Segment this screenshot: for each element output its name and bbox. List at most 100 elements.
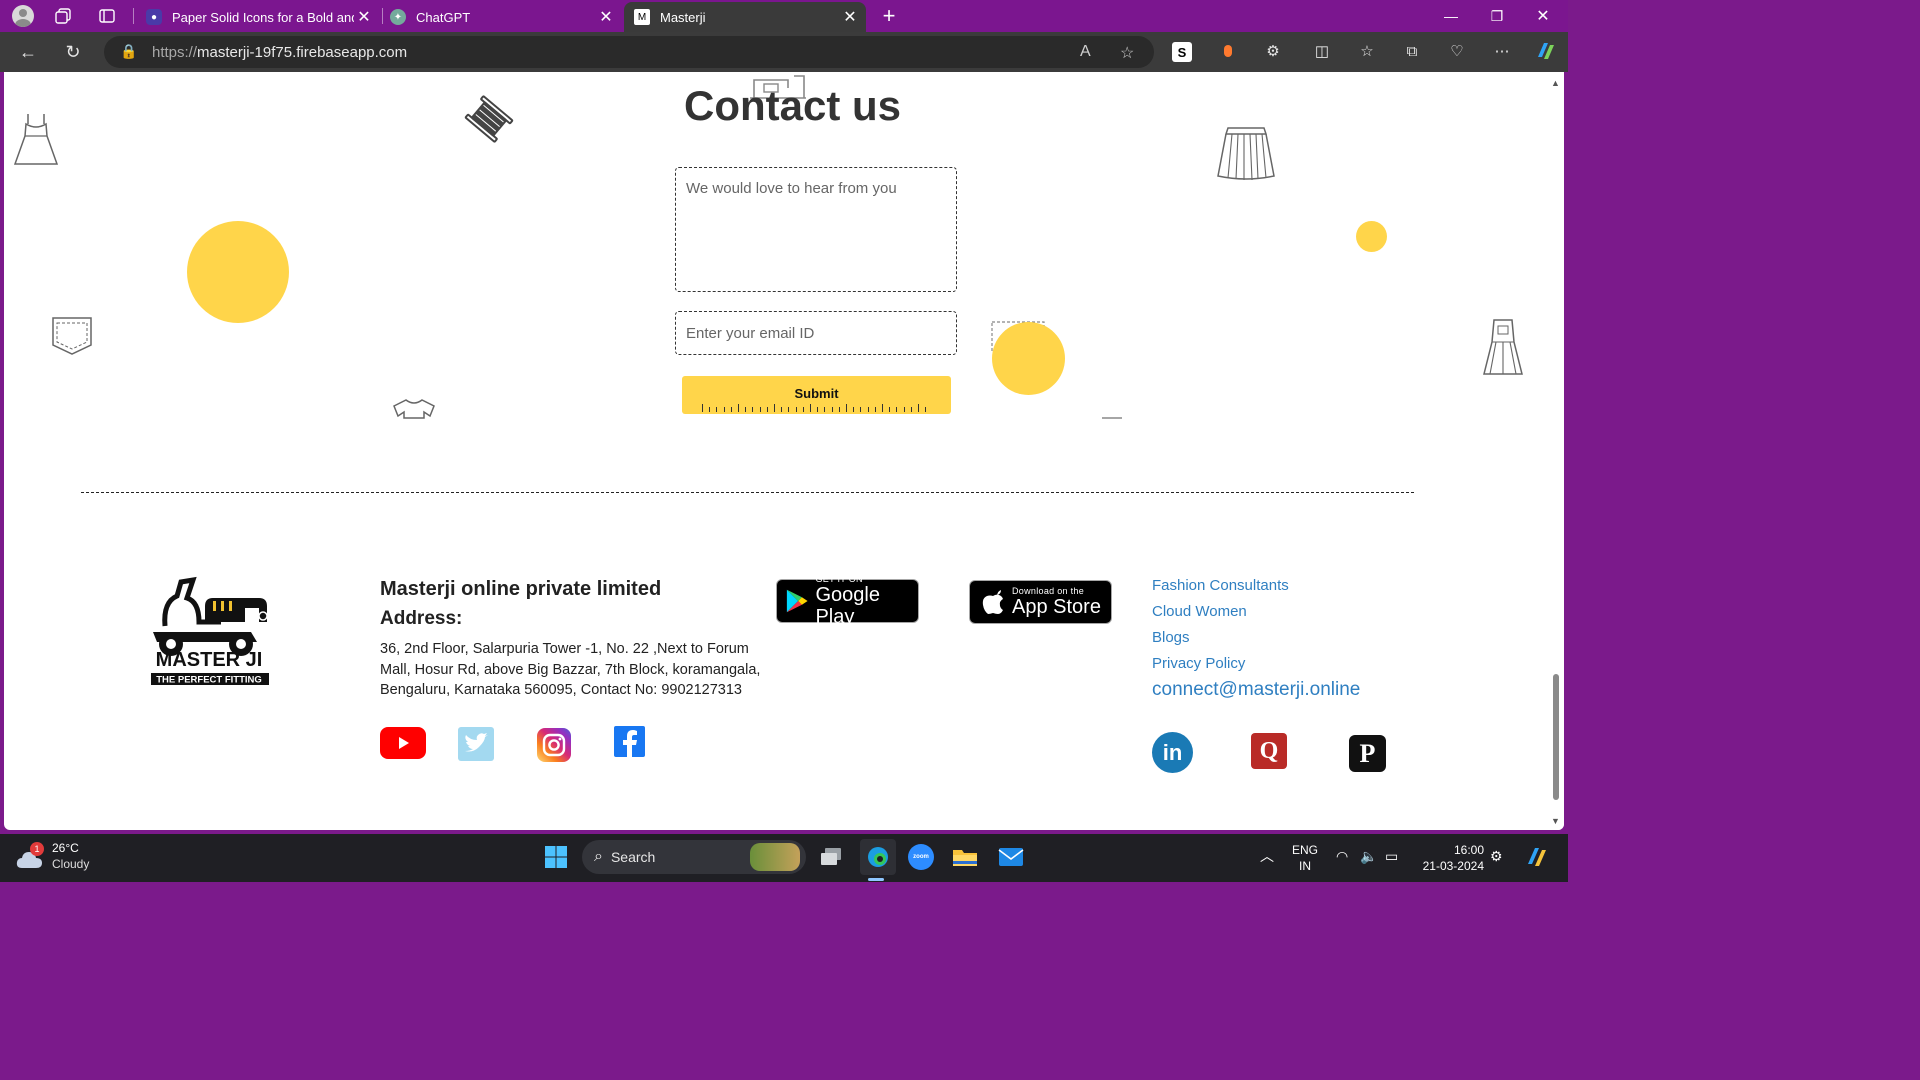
wifi-icon[interactable]: ◠ — [1336, 848, 1348, 864]
minimize-icon[interactable]: — — [1428, 0, 1474, 32]
browser-essentials-icon[interactable]: ♡ — [1446, 40, 1468, 62]
link-cloud-women[interactable]: Cloud Women — [1152, 603, 1360, 629]
mail-app-icon[interactable] — [996, 842, 1026, 872]
ruler-tick — [702, 404, 703, 412]
weather-widget[interactable]: 1 26°C Cloudy — [16, 840, 89, 872]
clock[interactable]: 16:00 21-03-2024 — [1418, 842, 1484, 874]
message-textarea[interactable] — [675, 167, 957, 292]
scroll-down-icon[interactable]: ▼ — [1551, 816, 1560, 826]
ruler-tick — [738, 404, 739, 412]
twitter-icon[interactable] — [458, 727, 494, 761]
read-aloud-icon[interactable]: A — [1080, 43, 1091, 61]
youtube-icon[interactable] — [380, 727, 426, 759]
restore-icon[interactable]: ❐ — [1474, 0, 1520, 32]
ruler-tick — [730, 407, 732, 412]
facebook-icon[interactable] — [614, 726, 645, 757]
notifications-icon[interactable]: ⚙ — [1490, 848, 1503, 864]
pinterest-icon[interactable]: P — [1349, 735, 1386, 772]
link-fashion-consultants[interactable]: Fashion Consultants — [1152, 577, 1360, 603]
back-icon[interactable]: ← — [14, 38, 42, 66]
section-divider — [81, 492, 1414, 493]
battery-icon[interactable]: ▭ — [1385, 848, 1398, 864]
show-hidden-icons[interactable]: ︿ — [1260, 848, 1274, 864]
ruler-tick — [882, 404, 883, 412]
address-label: Address: — [380, 608, 463, 629]
clock-date: 21-03-2024 — [1422, 859, 1484, 873]
search-favicon-icon: ● — [146, 9, 162, 25]
windows-taskbar: 1 26°C Cloudy ⌕ Search zoom ︿ ENG IN ◠ 🔈… — [0, 834, 1568, 882]
refresh-icon[interactable]: ↻ — [59, 38, 87, 66]
file-explorer-icon[interactable] — [950, 842, 980, 872]
ruler-tick — [752, 407, 754, 412]
google-play-big-text: Google Play — [815, 584, 880, 628]
google-play-small-text: GET IT ON — [815, 574, 863, 584]
favorites-icon[interactable]: ☆ — [1356, 40, 1378, 62]
ruler-tick — [896, 407, 898, 412]
volume-icon[interactable]: 🔈 — [1360, 848, 1377, 864]
link-blogs[interactable]: Blogs — [1152, 629, 1360, 655]
ruler-tick — [874, 407, 876, 412]
zoom-app-icon[interactable]: zoom — [906, 842, 936, 872]
close-tab-icon[interactable]: ✕ — [840, 7, 860, 27]
ruler-tick — [723, 407, 725, 412]
workspaces-icon[interactable] — [50, 4, 76, 28]
tab-paper-icons[interactable]: ● Paper Solid Icons for a Bold and ✕ — [136, 2, 380, 32]
tab-masterji[interactable]: M Masterji ✕ — [624, 2, 866, 32]
extensions-icon[interactable]: ⚙ — [1262, 40, 1284, 62]
ruler-tick — [802, 407, 804, 412]
profile-avatar[interactable] — [10, 4, 36, 28]
tab-actions-icon[interactable] — [94, 4, 120, 28]
close-window-icon[interactable]: ✕ — [1520, 0, 1566, 32]
edge-app-icon[interactable] — [860, 839, 896, 875]
collections-icon[interactable]: ⧉ — [1401, 40, 1423, 62]
google-play-badge[interactable]: GET IT ON Google Play — [776, 574, 919, 628]
extension-orange-icon[interactable] — [1217, 40, 1239, 62]
ruler-tick — [925, 407, 927, 412]
language-indicator[interactable]: ENG IN — [1292, 842, 1318, 874]
skirt-icon — [1217, 127, 1275, 181]
instagram-icon[interactable] — [537, 728, 571, 762]
weather-badge: 1 — [30, 842, 44, 856]
app-store-small-text: Download on the — [1012, 586, 1085, 596]
app-store-badge[interactable]: Download on the App Store — [969, 580, 1112, 624]
more-menu-icon[interactable]: ⋯ — [1491, 40, 1513, 62]
address-bar[interactable]: 🔒 https://masterji-19f75.firebaseapp.com… — [104, 36, 1154, 68]
scroll-up-icon[interactable]: ▲ — [1551, 78, 1560, 88]
task-view-icon[interactable] — [816, 842, 846, 872]
browser-tab-bar: ● Paper Solid Icons for a Bold and ✕ ✦ C… — [0, 0, 1568, 32]
close-tab-icon[interactable]: ✕ — [354, 7, 374, 27]
new-tab-icon[interactable]: + — [876, 3, 902, 28]
email-input[interactable] — [675, 311, 957, 355]
ruler-tick — [716, 407, 718, 412]
app-store-big-text: App Store — [1012, 596, 1101, 618]
chatgpt-favicon-icon: ✦ — [390, 9, 406, 25]
windows-start-icon[interactable] — [541, 842, 571, 872]
extension-s-icon[interactable]: S — [1172, 42, 1192, 62]
ruler-tick — [817, 407, 819, 412]
decorative-circle — [1356, 221, 1387, 252]
link-privacy-policy[interactable]: Privacy Policy — [1152, 655, 1360, 681]
dress-icon — [13, 114, 59, 165]
page-scrollbar[interactable]: ▲ ▼ — [1548, 72, 1564, 830]
tab-chatgpt[interactable]: ✦ ChatGPT ✕ — [380, 2, 622, 32]
quora-icon[interactable]: Q — [1251, 733, 1287, 769]
taskbar-search[interactable]: ⌕ Search — [582, 840, 806, 874]
address-text: 36, 2nd Floor, Salarpuria Tower -1, No. … — [380, 641, 761, 698]
ruler-tick — [867, 407, 869, 412]
submit-button[interactable]: Submit — [682, 376, 951, 414]
search-highlight-image — [750, 843, 800, 871]
close-tab-icon[interactable]: ✕ — [596, 7, 616, 27]
linkedin-icon[interactable]: in — [1152, 732, 1193, 773]
contact-email-link[interactable]: connect@masterji.online — [1152, 680, 1360, 707]
lock-icon: 🔒 — [120, 43, 138, 59]
active-app-indicator — [868, 878, 884, 881]
ruler-tick — [745, 407, 747, 412]
copilot-icon[interactable] — [1533, 38, 1559, 64]
copilot-taskbar-icon[interactable] — [1522, 842, 1552, 872]
url-text: https://masterji-19f75.firebaseapp.com — [152, 44, 408, 61]
split-screen-icon[interactable]: ◫ — [1311, 40, 1333, 62]
favorite-star-icon[interactable]: ☆ — [1120, 43, 1134, 63]
decorative-circle — [992, 322, 1065, 395]
scrollbar-thumb[interactable] — [1553, 674, 1559, 800]
ruler-tick — [846, 404, 847, 412]
